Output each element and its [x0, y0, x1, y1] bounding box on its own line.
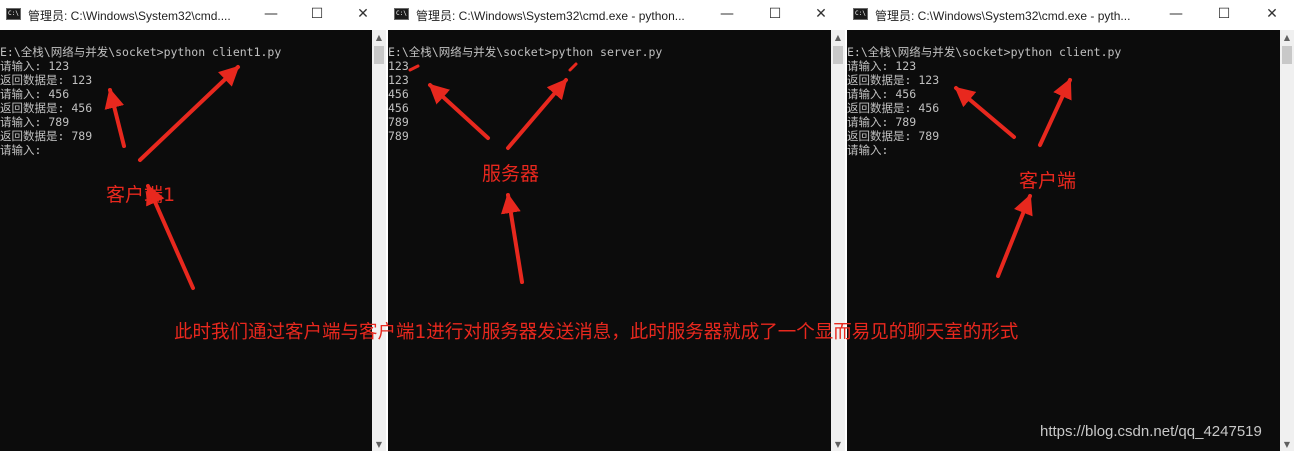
arrow-tick	[408, 64, 420, 72]
arrow-line	[1038, 78, 1072, 147]
arrow-line	[506, 78, 568, 150]
arrow-line	[954, 86, 1016, 139]
arrow-tick	[568, 62, 578, 72]
arrow-line	[428, 83, 490, 140]
arrow-line	[104, 88, 126, 148]
arrow-line	[996, 194, 1033, 278]
caption-text: 此时我们通过客户端与客户端1进行对服务器发送消息，此时服务器就成了一个显而易见的…	[174, 322, 1019, 343]
arrow-line	[138, 65, 240, 162]
watermark: https://blog.csdn.net/qq_4247519	[1040, 423, 1262, 440]
label-client: 客户端	[1019, 170, 1077, 192]
arrow-line	[500, 193, 524, 284]
annotation-arrows	[104, 62, 1072, 290]
label-client1: 客户端1	[106, 184, 176, 206]
label-server: 服务器	[482, 163, 540, 185]
